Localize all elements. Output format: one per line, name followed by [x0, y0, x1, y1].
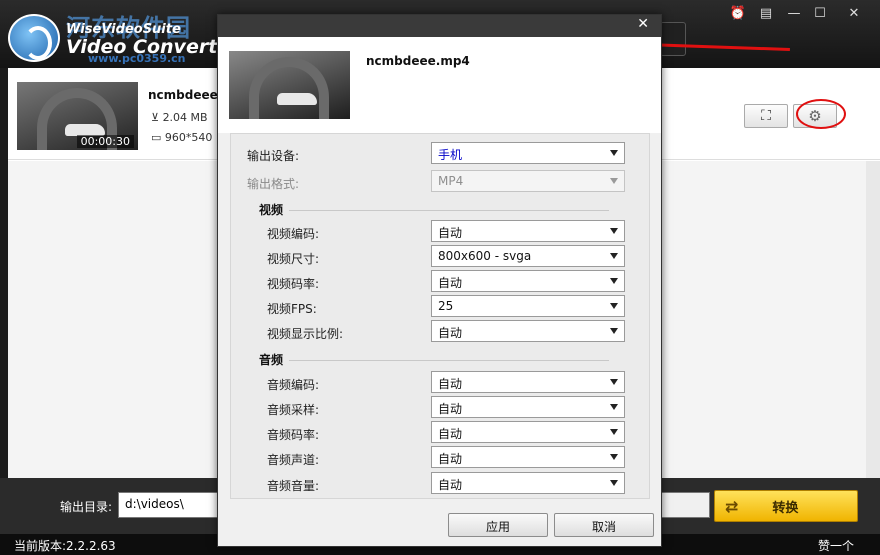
video-fps-select[interactable]: 25 [431, 295, 625, 317]
brand-subtitle: WiseVideoSuite [66, 22, 181, 37]
audio-codec-value: 自动 [438, 377, 463, 391]
audio-codec-select[interactable]: 自动 [431, 371, 625, 393]
browse-field[interactable] [660, 492, 710, 518]
video-bitrate-value: 自动 [438, 276, 463, 290]
audio-section-divider [289, 360, 609, 361]
device-value: 手机 [438, 148, 463, 162]
chevron-down-icon [610, 379, 618, 385]
video-bitrate-select[interactable]: 自动 [431, 270, 625, 292]
video-setting-label: 视频码率: [267, 277, 320, 291]
like-link[interactable]: 赞一个 [818, 537, 854, 554]
chevron-down-icon [610, 303, 618, 309]
close-icon[interactable]: ✕ [844, 6, 864, 21]
menu-icon[interactable]: ▤ [756, 6, 776, 21]
audio-channel-select[interactable]: 自动 [431, 446, 625, 468]
chevron-down-icon [610, 278, 618, 284]
device-select[interactable]: 手机 [431, 142, 625, 164]
audio-samplerate-select[interactable]: 自动 [431, 396, 625, 418]
minimize-icon[interactable]: — [784, 6, 804, 21]
audio-setting-label: 音频声道: [267, 453, 320, 467]
convert-label: 转换 [772, 500, 799, 516]
settings-dialog: ✕ ncmbdeee.mp4 输出设备: 手机 输出格式: MP4 视频 视频编… [217, 14, 662, 547]
audio-section-title: 音频 [259, 353, 284, 367]
convert-button[interactable]: ⇄ 转换 [714, 490, 858, 522]
file-resolution: ▭ 960*540 [151, 131, 212, 144]
file-resolution-value: 960*540 [164, 131, 213, 144]
thumbnail-scene [249, 57, 329, 119]
video-codec-select[interactable]: 自动 [431, 220, 625, 242]
highlight-ring [796, 99, 846, 129]
toolbar-button[interactable] [660, 22, 686, 56]
format-value: MP4 [438, 174, 464, 188]
app-logo-icon [8, 14, 60, 62]
video-section-divider [289, 210, 609, 211]
version-text: 当前版本:2.2.2.63 [14, 539, 116, 553]
maximize-icon[interactable]: ☐ [810, 6, 830, 21]
dialog-titlebar: ✕ [218, 15, 661, 37]
video-section-title: 视频 [259, 203, 284, 217]
output-dir-label: 输出目录: [60, 500, 113, 514]
convert-icon: ⇄ [725, 496, 739, 516]
format-select: MP4 [431, 170, 625, 192]
dialog-video-thumbnail [229, 51, 350, 119]
video-setting-label: 视频显示比例: [267, 327, 344, 341]
output-dir-field[interactable]: d:\videos\ [118, 492, 218, 518]
chevron-down-icon [610, 429, 618, 435]
audio-volume-value: 自动 [438, 478, 463, 492]
video-codec-value: 自动 [438, 226, 463, 240]
chevron-down-icon [610, 404, 618, 410]
scrollbar[interactable] [866, 161, 880, 478]
video-setting-label: 视频尺寸: [267, 252, 320, 266]
audio-setting-label: 音频音量: [267, 479, 320, 493]
format-label: 输出格式: [247, 177, 300, 191]
file-size-value: 2.04 MB [162, 111, 208, 124]
alarm-icon[interactable]: ⏰ [728, 6, 748, 21]
device-label: 输出设备: [247, 149, 300, 163]
video-fps-value: 25 [438, 299, 454, 313]
audio-samplerate-value: 自动 [438, 402, 463, 416]
audio-channel-value: 自动 [438, 452, 463, 466]
chevron-down-icon [610, 228, 618, 234]
dialog-file-name: ncmbdeee.mp4 [366, 54, 470, 68]
audio-volume-select[interactable]: 自动 [431, 472, 625, 494]
video-thumbnail: 00:00:30 [17, 82, 138, 150]
video-setting-label: 视频编码: [267, 227, 320, 241]
settings-panel: 输出设备: 手机 输出格式: MP4 视频 视频编码: 自动 视频尺寸: 800… [230, 133, 650, 499]
crop-icon: ⛶ [761, 108, 771, 124]
size-icon: ⊻ [151, 111, 160, 124]
video-duration: 00:00:30 [76, 135, 134, 148]
video-size-value: 800x600 - svga [438, 249, 532, 263]
file-size: ⊻ 2.04 MB [151, 111, 208, 124]
chevron-down-icon [610, 150, 618, 156]
audio-setting-label: 音频码率: [267, 428, 320, 442]
dialog-close-icon[interactable]: ✕ [637, 16, 649, 32]
audio-setting-label: 音频编码: [267, 378, 320, 392]
thumbnail-car [277, 93, 317, 105]
dialog-header: ncmbdeee.mp4 [218, 37, 661, 133]
audio-setting-label: 音频采样: [267, 403, 320, 417]
screen-icon: ▭ [151, 131, 162, 144]
video-setting-label: 视频FPS: [267, 302, 317, 316]
video-aspect-select[interactable]: 自动 [431, 320, 625, 342]
chevron-down-icon [610, 178, 618, 184]
video-size-select[interactable]: 800x600 - svga [431, 245, 625, 267]
chevron-down-icon [610, 454, 618, 460]
apply-button[interactable]: 应用 [448, 513, 548, 537]
audio-bitrate-value: 自动 [438, 427, 463, 441]
video-aspect-value: 自动 [438, 326, 463, 340]
chevron-down-icon [610, 253, 618, 259]
chevron-down-icon [610, 328, 618, 334]
watermark-url: www.pc0359.cn [88, 52, 186, 65]
cancel-button[interactable]: 取消 [554, 513, 654, 537]
crop-button[interactable]: ⛶ [744, 104, 788, 128]
audio-bitrate-select[interactable]: 自动 [431, 421, 625, 443]
chevron-down-icon [610, 480, 618, 486]
